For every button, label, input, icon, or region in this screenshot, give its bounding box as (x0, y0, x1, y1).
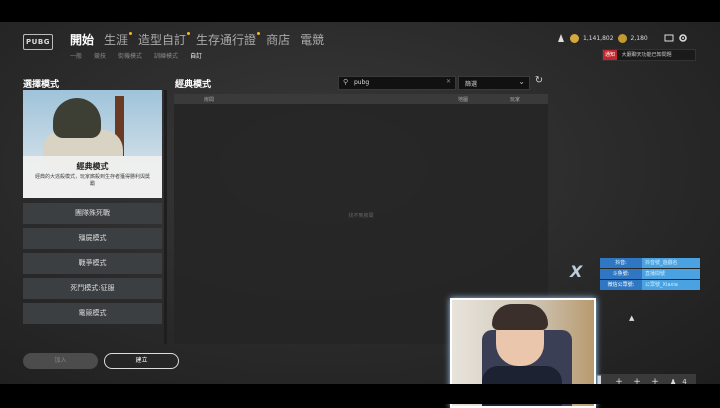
overlay-row: 微信公眾號: 公眾號_Xiaxia (600, 280, 700, 290)
notice-text: 大廳聊天功能已知問題 (621, 52, 672, 58)
mouse-cursor-icon: ▲ (629, 314, 635, 322)
subnav-custom[interactable]: 自訂 (190, 51, 202, 60)
gold-amount: 1,141,802 (583, 34, 614, 42)
nav-tab-career[interactable]: 生涯 (104, 31, 133, 48)
mode-zombie-button[interactable]: 殭屍模式 (23, 228, 162, 249)
column-room[interactable]: 房間 (204, 96, 214, 103)
overlay-value: 直播間號 (642, 269, 700, 279)
column-map[interactable]: 地圖 (458, 96, 468, 103)
clear-icon[interactable]: ✕ (446, 78, 451, 85)
pubg-logo: PUBG (23, 34, 53, 50)
streamer-logo: X (570, 262, 583, 281)
overlay-row: 抖音: 抖音號_遊戲名 (600, 258, 700, 268)
nav-tab-start[interactable]: 開始 (70, 31, 94, 48)
mode-team-deathmatch-button[interactable]: 團隊殊死戰 (23, 203, 162, 224)
soldier-helmet-image (53, 98, 101, 138)
mode-card-title: 經典模式 (76, 162, 109, 171)
room-table-header: 房間 地圖 玩家 (174, 94, 548, 104)
bp-coin-icon (617, 33, 627, 43)
gold-coin-icon (570, 33, 579, 43)
room-filter-dropdown[interactable]: 篩選 ⌄ (458, 76, 530, 90)
overlay-label: 斗魚號: (600, 269, 642, 279)
search-value: pubg (354, 79, 370, 86)
overlay-value: 抖音號_遊戲名 (642, 258, 700, 268)
room-search-input[interactable]: ⚲ pubg ✕ (338, 76, 456, 90)
empty-message: 找不到房間 (348, 213, 374, 219)
game-lobby: PUBG 開始 生涯 造型自訂 生存通行證 商店 電競 一般 競技 街機模式 訓… (0, 22, 720, 390)
classic-mode-card[interactable]: 經典模式 經典的大逃殺模式，玩家廝殺到生存者獲得勝利與獎勵 (23, 90, 162, 198)
letterbox-top (0, 0, 720, 22)
main-nav: 開始 生涯 造型自訂 生存通行證 商店 電競 (70, 31, 324, 48)
create-button[interactable]: 建立 (104, 353, 179, 369)
nav-tab-customize[interactable]: 造型自訂 (138, 31, 191, 48)
mode-esports-button[interactable]: 電競模式 (23, 303, 162, 324)
join-button[interactable]: 加入 (23, 353, 98, 369)
notice-tag: 通知 (603, 50, 618, 60)
refresh-icon[interactable]: ↻ (533, 75, 545, 87)
search-icon: ⚲ (343, 78, 349, 86)
column-players[interactable]: 玩家 (510, 96, 520, 103)
chevron-down-icon: ⌄ (518, 77, 525, 86)
gear-icon[interactable] (678, 33, 688, 43)
mode-list: 團隊殊死戰 殭屍模式 戰爭模式 死鬥模式:征服 電競模式 (23, 203, 162, 328)
overlay-value: 公眾號_Xiaxia (642, 280, 700, 290)
subnav-ranked[interactable]: 競技 (94, 51, 106, 60)
webcam-streamer-hair (492, 304, 548, 330)
mode-war-button[interactable]: 戰爭模式 (23, 253, 162, 274)
filter-value: 篩選 (465, 81, 478, 88)
currency-bar: 1,141,802 2,180 (556, 33, 688, 43)
mode-conquest-button[interactable]: 死鬥模式:征服 (23, 278, 162, 299)
stream-info-overlay: 抖音: 抖音號_遊戲名 斗魚號: 直播間號 微信公眾號: 公眾號_Xiaxia (600, 258, 700, 291)
subnav-arcade[interactable]: 街機模式 (118, 51, 142, 60)
mode-list-scrollbar[interactable] (164, 90, 167, 344)
subnav-training[interactable]: 訓練模式 (154, 51, 178, 60)
overlay-row: 斗魚號: 直播間號 (600, 269, 700, 279)
bp-amount: 2,180 (630, 34, 648, 42)
nav-tab-store[interactable]: 商店 (266, 31, 290, 48)
mode-card-caption: 經典模式 經典的大逃殺模式，玩家廝殺到生存者獲得勝利與獎勵 (23, 156, 162, 198)
letterbox-bottom (0, 384, 720, 404)
subnav-normal[interactable]: 一般 (70, 51, 82, 60)
mode-card-description: 經典的大逃殺模式，玩家廝殺到生存者獲得勝利與獎勵 (34, 174, 150, 187)
rank-icon[interactable] (556, 33, 566, 43)
overlay-label: 抖音: (600, 258, 642, 268)
notice-banner[interactable]: 通知 大廳聊天功能已知問題 (602, 49, 696, 61)
mode-select-title: 選擇模式 (23, 80, 60, 90)
nav-tab-survivor-pass[interactable]: 生存通行證 (196, 31, 261, 48)
notifications-icon[interactable] (664, 33, 674, 43)
nav-tab-esports[interactable]: 電競 (300, 31, 324, 48)
overlay-label: 微信公眾號: (600, 280, 642, 290)
room-list-title: 經典模式 (175, 80, 212, 90)
sub-nav: 一般 競技 街機模式 訓練模式 自訂 (70, 51, 202, 60)
